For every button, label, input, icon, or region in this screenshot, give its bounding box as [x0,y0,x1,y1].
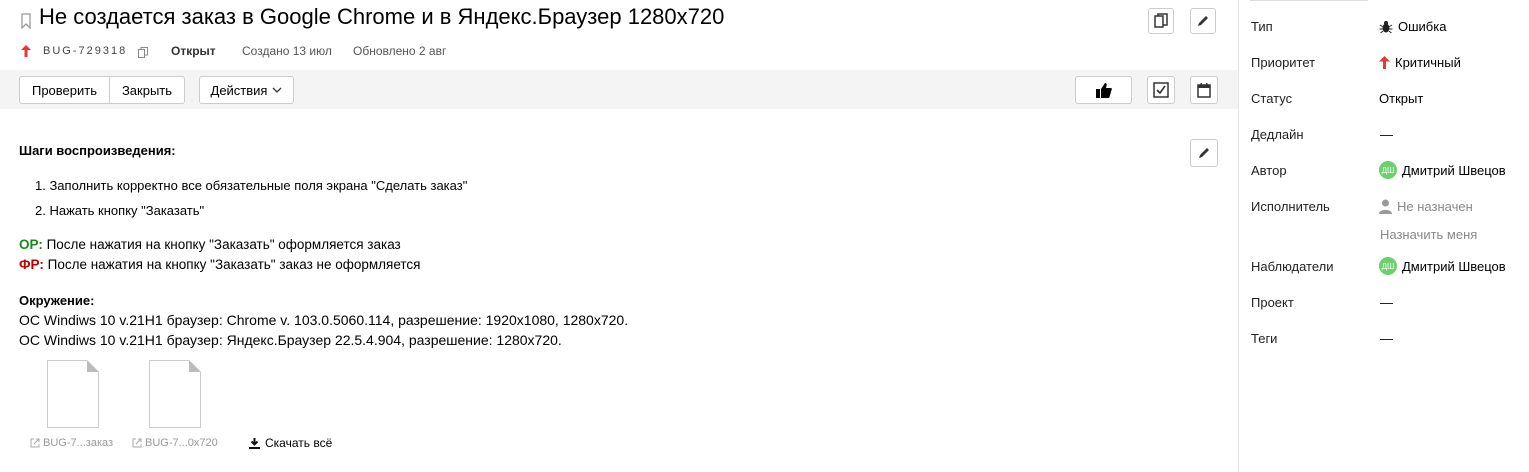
type-value-text: Ошибка [1398,19,1447,34]
deadline-value[interactable]: — [1380,127,1393,142]
deadline-label: Дедлайн [1251,127,1304,142]
attachment-name: BUG-7...заказ [43,437,114,449]
file-attachment-icon[interactable] [149,360,201,428]
like-button[interactable] [1075,76,1132,104]
calendar-icon [1197,82,1211,98]
step-item: 2. Нажать кнопку "Заказать" [35,203,205,218]
environment-line: ОС Windiws 10 v.21H1 браузер: Chrome v. … [19,312,629,328]
watchers-value[interactable]: ДШ Дмитрий Швецов [1379,257,1506,275]
attachment-link[interactable]: BUG-7...0x720 [132,437,222,449]
updated-date: Обновлено 2 авг [353,44,447,58]
external-link-icon [132,438,142,448]
author-value[interactable]: ДШ Дмитрий Швецов [1379,161,1506,179]
copy-icon [1154,13,1168,28]
avatar: ДШ [1379,257,1397,275]
priority-arrow-icon [21,45,31,57]
copy-key-icon[interactable] [138,47,148,58]
thumbs-up-icon [1095,82,1112,98]
issue-main: Не создается заказ в Google Chrome и в Я… [0,0,1238,472]
steps-heading: Шаги воспроизведения: [19,143,176,158]
pencil-icon [1199,148,1209,158]
priority-arrow-icon [1379,56,1390,69]
attachment-name: BUG-7...0x720 [145,437,218,449]
download-all-link[interactable]: Скачать всё [249,436,332,450]
status-value[interactable]: Открыт [1379,91,1423,106]
copy-button[interactable] [1148,8,1174,34]
issue-key: BUG-729318 [43,45,128,57]
actual-result: ФР: После нажатия на кнопку "Заказать" з… [19,257,421,272]
issue-title: Не создается заказ в Google Chrome и в Я… [39,4,725,29]
assignee-label: Исполнитель [1251,199,1330,214]
priority-value-text: Критичный [1395,55,1461,70]
author-name: Дмитрий Швецов [1402,162,1506,178]
watcher-name: Дмитрий Швецов [1402,258,1506,274]
project-value[interactable]: — [1380,295,1393,310]
status-label: Статус [1251,91,1293,106]
checklist-button[interactable] [1147,76,1175,104]
actual-label: ФР: [19,257,44,272]
type-value[interactable]: Ошибка [1379,19,1446,34]
avatar: ДШ [1379,161,1397,179]
checkbox-icon [1153,82,1169,98]
external-link-icon [30,438,40,448]
toolbar [0,70,1238,109]
file-attachment-icon[interactable] [47,360,99,428]
actions-label: Действия [210,82,268,98]
environment-heading: Окружение: [19,293,95,308]
step-item: 1. Заполнить корректно все обязательные … [35,178,468,193]
assignee-value[interactable]: Не назначен [1379,199,1473,214]
actions-dropdown[interactable]: Действия [199,76,294,104]
created-date: Создано 13 июл [242,44,332,58]
download-all-label: Скачать всё [265,436,333,450]
bookmark-icon[interactable] [20,13,32,29]
expected-label: ОР: [19,237,43,252]
bug-icon [1379,20,1393,33]
tags-label: Теги [1251,331,1278,346]
tags-value[interactable]: — [1380,331,1393,346]
close-button[interactable]: Закрыть [109,76,185,104]
edit-title-button[interactable] [1190,8,1216,34]
assign-me-link[interactable]: Назначить меня [1380,227,1477,242]
expected-text: После нажатия на кнопку "Заказать" оформ… [42,237,401,252]
user-icon [1379,199,1392,214]
expected-result: ОР: После нажатия на кнопку "Заказать" о… [19,237,401,252]
check-button[interactable]: Проверить [19,76,110,104]
sidebar-divider [1250,0,1368,1]
watchers-label: Наблюдатели [1251,259,1334,274]
edit-description-button[interactable] [1190,139,1218,167]
status-badge: Открыт [171,44,216,58]
author-label: Автор [1251,163,1287,178]
attachment-link[interactable]: BUG-7...заказ [30,437,113,449]
priority-value[interactable]: Критичный [1379,55,1461,70]
type-label: Тип [1251,19,1273,34]
project-label: Проект [1251,295,1294,310]
assignee-value-text: Не назначен [1397,199,1473,214]
environment-line: ОС Windiws 10 v.21H1 браузер: Яндекс.Бра… [19,332,562,348]
priority-label: Приоритет [1251,55,1316,70]
calendar-button[interactable] [1190,76,1218,104]
chevron-down-icon [273,87,282,93]
pencil-icon [1198,16,1208,26]
actual-text: После нажатия на кнопку "Заказать" заказ… [43,257,421,272]
download-icon [249,437,260,449]
